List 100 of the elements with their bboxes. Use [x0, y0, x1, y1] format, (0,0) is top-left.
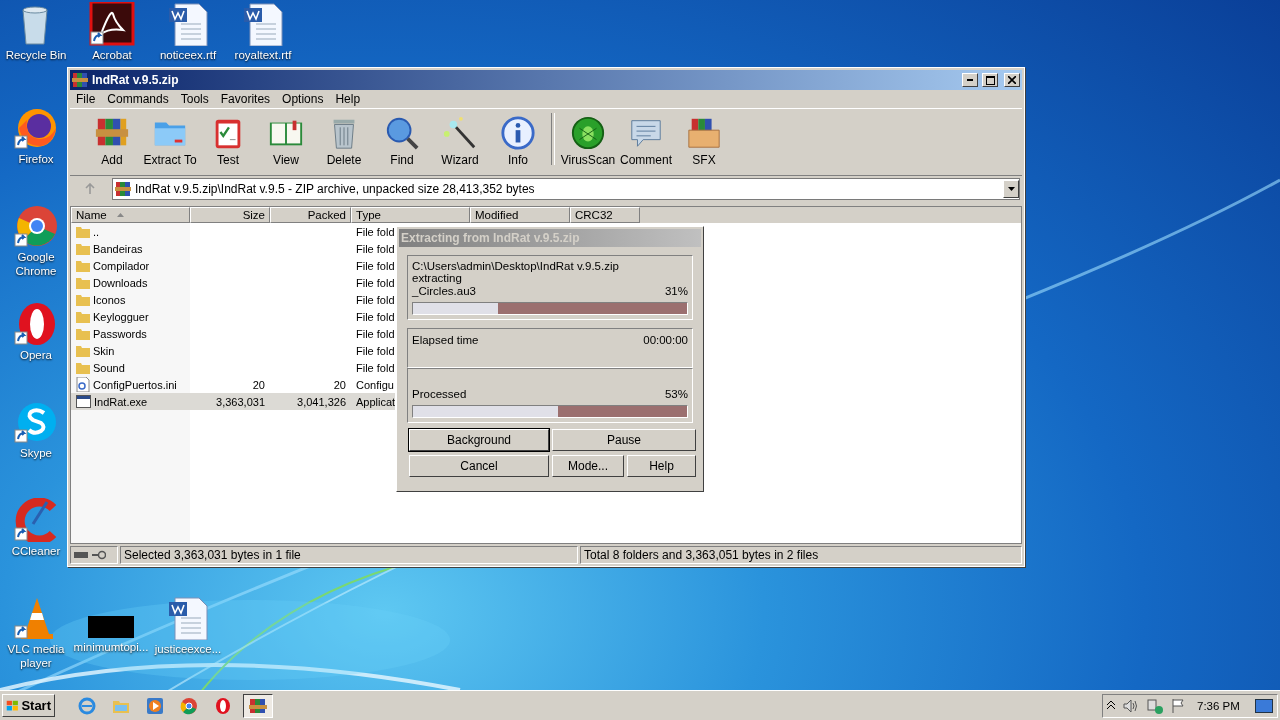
- file-type: File fold: [356, 344, 395, 357]
- file-row[interactable]: Iconos File fold: [71, 291, 395, 308]
- processed-label: Processed: [412, 387, 467, 401]
- toolbar-button[interactable]: Extract To: [142, 113, 198, 169]
- status-text: Selected 3,363,031 bytes in 1 file: [124, 548, 301, 562]
- menu-item[interactable]: Options: [276, 92, 330, 106]
- dialog-button[interactable]: Help: [627, 455, 696, 477]
- acrobat-icon: [89, 2, 135, 46]
- taskbar-button[interactable]: [243, 693, 273, 718]
- thumbnail-icon: [88, 616, 134, 638]
- file-type: File fold: [356, 276, 395, 289]
- file-name: ..: [93, 225, 100, 238]
- firefox-icon: [13, 106, 59, 150]
- dropdown-button[interactable]: [1003, 180, 1019, 198]
- toolbar-button[interactable]: Find: [374, 113, 430, 169]
- elapsed-time: 00:00:00: [643, 333, 688, 347]
- speaker-icon: [1123, 698, 1139, 713]
- desktop-icon-label[interactable]: noticeex.rtf: [159, 48, 217, 62]
- folder-icon: [76, 310, 90, 323]
- maximize-button[interactable]: [982, 73, 998, 87]
- file-row[interactable]: Sound File fold: [71, 359, 395, 376]
- toolbar-button[interactable]: SFX: [676, 113, 732, 169]
- dialog-button[interactable]: Background: [409, 429, 549, 451]
- desktop-icon-label[interactable]: Google Chrome: [6, 250, 66, 278]
- key-icon: [92, 550, 106, 560]
- dialog-button[interactable]: Cancel: [409, 455, 549, 477]
- file-size: 20: [252, 378, 265, 391]
- toolbar-button[interactable]: Delete: [316, 113, 372, 169]
- file-row[interactable]: Downloads File fold: [71, 274, 395, 291]
- file-type: File fold: [356, 293, 395, 306]
- chevron-up-icon: [1107, 701, 1115, 710]
- file-type: Configu: [356, 378, 394, 391]
- column-header[interactable]: Name: [71, 207, 190, 223]
- file-row[interactable]: .. File fold: [71, 223, 395, 240]
- column-header[interactable]: Packed: [270, 207, 351, 223]
- close-icon: [1008, 76, 1016, 84]
- menu-item[interactable]: File: [70, 92, 102, 106]
- file-row[interactable]: Passwords File fold: [71, 325, 395, 342]
- menu-item[interactable]: Tools: [174, 92, 215, 106]
- start-button[interactable]: Start: [2, 694, 55, 717]
- packed-size: 20: [333, 378, 346, 391]
- file-row[interactable]: Keylogguer File fold: [71, 308, 395, 325]
- file-type: File fold: [356, 259, 395, 272]
- toolbar-button[interactable]: Test: [200, 113, 256, 169]
- window-title: IndRat v.9.5.zip: [92, 73, 180, 87]
- desktop-icon-label[interactable]: Opera: [20, 348, 52, 362]
- file-name: Compilador: [93, 259, 150, 272]
- file-type: File fold: [356, 242, 395, 255]
- toolbar-button[interactable]: Info: [490, 113, 546, 169]
- chrome-icon: [13, 204, 59, 248]
- column-header[interactable]: Modified: [470, 207, 570, 223]
- books-icon: [115, 181, 131, 197]
- file-name: Skin: [93, 344, 115, 357]
- current-file: _Circles.au3: [412, 284, 476, 298]
- desktop-icon-label[interactable]: Recycle Bin: [5, 48, 67, 62]
- packed-size: 3,041,326: [297, 395, 346, 408]
- file-percent: 31%: [664, 284, 688, 298]
- file-name: ConfigPuertos.ini: [93, 378, 177, 391]
- settings-file-icon: [76, 377, 90, 392]
- caret-icon: [1007, 187, 1015, 191]
- file-row[interactable]: Compilador File fold: [71, 257, 395, 274]
- file-type: File fold: [356, 327, 395, 340]
- address-field[interactable]: IndRat v.9.5.zip\IndRat v.9.5 - ZIP archive, unpacked size 28,413,352 bytes: [112, 178, 1020, 200]
- desktop-icon-label[interactable]: Acrobat: [92, 48, 132, 62]
- network-icon: [1147, 697, 1163, 714]
- file-name: Downloads: [93, 276, 148, 289]
- close-button[interactable]: [1004, 73, 1020, 87]
- menu-item[interactable]: Favorites: [214, 92, 277, 106]
- file-name: Keylogguer: [93, 310, 149, 323]
- file-row[interactable]: ConfigPuertos.ini 20 20 Configu: [71, 376, 395, 393]
- file-row[interactable]: Skin File fold: [71, 342, 395, 359]
- toolbar-button[interactable]: Comment: [618, 113, 674, 169]
- folder-icon: [76, 361, 90, 374]
- drive-icon: [74, 552, 88, 558]
- dialog-button[interactable]: Mode...: [552, 455, 624, 477]
- internet-explorer-icon: [78, 696, 96, 715]
- ccleaner-icon: [13, 498, 59, 542]
- opera-icon: [214, 696, 232, 715]
- menu-item[interactable]: Commands: [101, 92, 175, 106]
- minimize-button[interactable]: [962, 73, 978, 87]
- desktop-icon-label[interactable]: royaltext.rtf: [234, 48, 292, 62]
- books-icon: [249, 696, 267, 715]
- file-type: File fold: [356, 361, 395, 374]
- toolbar-button[interactable]: Add: [84, 113, 140, 169]
- file-name: Iconos: [93, 293, 126, 306]
- status-text: Total 8 folders and 3,363,051 bytes in 2 files: [584, 548, 819, 562]
- minimize-icon: [967, 79, 973, 81]
- column-header[interactable]: Type: [351, 207, 470, 223]
- toolbar-button[interactable]: VirusScan: [560, 113, 616, 169]
- file-row[interactable]: Bandeiras File fold: [71, 240, 395, 257]
- file-name: Passwords: [93, 327, 147, 340]
- column-header[interactable]: Size: [190, 207, 270, 223]
- toolbar-button[interactable]: View: [258, 113, 314, 169]
- menu-item[interactable]: Help: [329, 92, 367, 106]
- dialog-button[interactable]: Pause: [552, 429, 696, 451]
- folder-icon: [76, 225, 90, 238]
- file-row[interactable]: IndRat.exe 3,363,031 3,041,326 Applicat: [71, 393, 395, 410]
- column-header[interactable]: CRC32: [570, 207, 640, 223]
- toolbar-button[interactable]: Wizard: [432, 113, 488, 169]
- desktop-icon-label[interactable]: Firefox: [18, 152, 54, 166]
